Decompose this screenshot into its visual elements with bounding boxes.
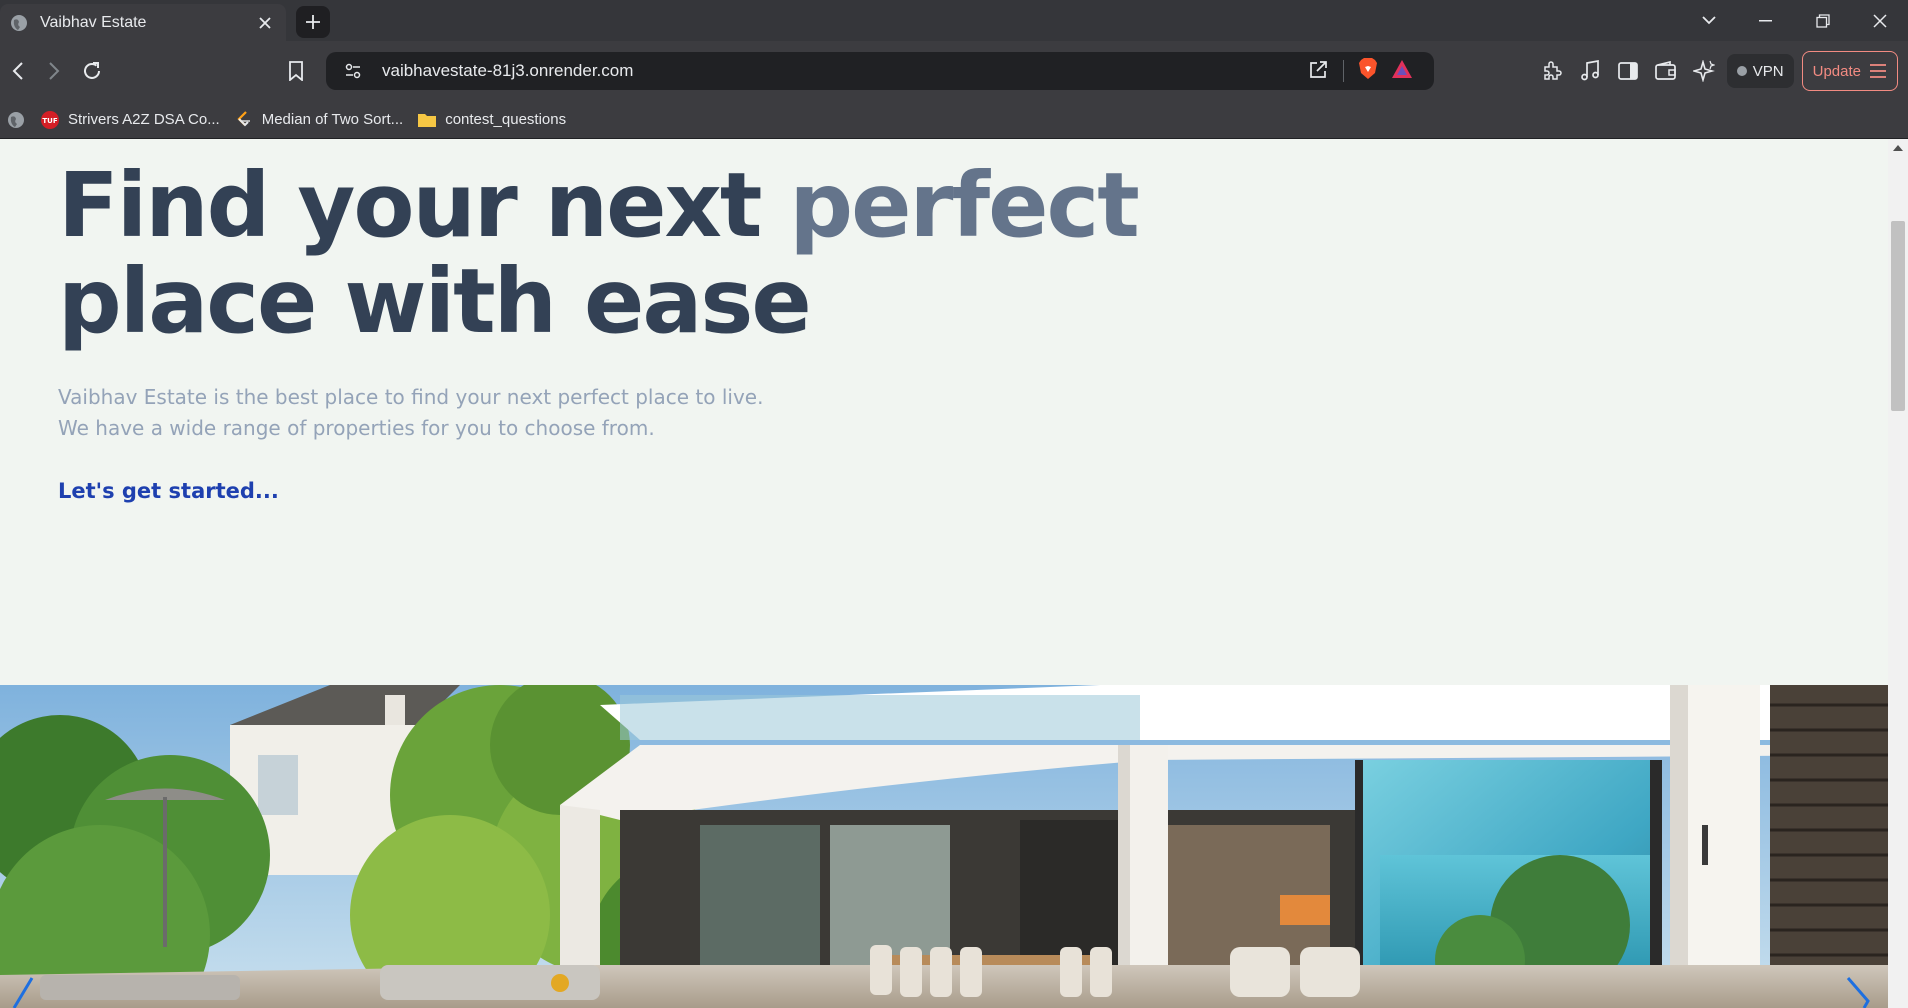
bookmark-label: contest_questions xyxy=(445,111,567,128)
url-text[interactable]: vaibhavestate-81j3.onrender.com xyxy=(382,61,1309,81)
carousel-image xyxy=(0,685,1888,1008)
hero-title: Find your next perfect place with ease xyxy=(58,157,1140,349)
bookmark-icon xyxy=(289,61,303,81)
bookmarks-bar: TUF Strivers A2Z DSA Co... Median of Two… xyxy=(0,101,1908,139)
page-viewport: Find your next perfect place with ease V… xyxy=(0,139,1908,1008)
close-window-button[interactable] xyxy=(1851,0,1908,41)
share-icon[interactable] xyxy=(1309,59,1329,84)
hero-title-part2: place with ease xyxy=(58,249,812,353)
hero-description-line2: We have a wide range of properties for y… xyxy=(58,416,655,440)
folder-icon xyxy=(417,111,437,129)
vpn-status-icon xyxy=(1736,66,1747,76)
bookmark-folder-contest[interactable]: contest_questions xyxy=(417,111,566,129)
active-tab[interactable]: Vaibhav Estate xyxy=(0,4,286,41)
wallet-icon[interactable] xyxy=(1651,56,1681,86)
leo-ai-icon[interactable] xyxy=(1689,56,1719,86)
media-control-icon[interactable] xyxy=(1575,56,1605,86)
hero-description: Vaibhav Estate is the best place to find… xyxy=(58,382,818,444)
arrow-right-icon xyxy=(49,62,60,80)
menu-icon xyxy=(1870,64,1886,78)
globe-icon[interactable] xyxy=(6,111,26,129)
page-scrollbar[interactable] xyxy=(1888,139,1908,1008)
update-label: Update xyxy=(1812,62,1861,80)
navigation-bar: vaibhavestate-81j3.onrender.com VPN Upda… xyxy=(0,41,1908,101)
minimize-button[interactable] xyxy=(1737,0,1794,41)
address-bar[interactable]: vaibhavestate-81j3.onrender.com xyxy=(326,52,1434,90)
bookmark-item-strivers[interactable]: TUF Strivers A2Z DSA Co... xyxy=(40,110,220,129)
divider xyxy=(1343,60,1344,82)
reload-button[interactable] xyxy=(76,55,108,87)
vpn-label: VPN xyxy=(1752,62,1784,80)
modern-villa-with-pool-photo xyxy=(0,685,1888,1008)
plus-icon xyxy=(306,15,320,29)
carousel-next-arrow-icon[interactable] xyxy=(1844,975,1874,1008)
tab-strip: Vaibhav Estate xyxy=(0,0,1908,41)
bookmark-button[interactable] xyxy=(280,55,312,87)
bookmark-label: Strivers A2Z DSA Co... xyxy=(68,111,220,128)
reload-icon xyxy=(84,62,100,79)
chevron-down-icon xyxy=(1701,16,1716,25)
tab-search-button[interactable] xyxy=(1680,0,1737,41)
forward-button[interactable] xyxy=(38,55,70,87)
hero-title-accent: perfect xyxy=(789,153,1139,257)
bookmark-item-median[interactable]: Median of Two Sort... xyxy=(234,110,404,129)
back-button[interactable] xyxy=(2,55,34,87)
new-tab-button[interactable] xyxy=(296,6,330,38)
leetcode-icon xyxy=(234,110,254,129)
tab-title: Vaibhav Estate xyxy=(40,13,147,31)
site-settings-icon[interactable] xyxy=(334,62,372,80)
carousel-prev-arrow-icon[interactable] xyxy=(6,975,36,1008)
globe-icon xyxy=(11,14,27,31)
restore-button[interactable] xyxy=(1794,0,1851,41)
get-started-link[interactable]: Let's get started... xyxy=(58,479,279,503)
svg-text:TUF: TUF xyxy=(42,117,57,125)
brave-shields-icon[interactable] xyxy=(1358,57,1378,85)
restore-icon xyxy=(1815,13,1830,28)
close-icon xyxy=(1872,13,1887,28)
tuf-icon: TUF xyxy=(40,110,60,129)
bookmark-label: Median of Two Sort... xyxy=(261,111,404,128)
arrow-left-icon xyxy=(12,62,23,80)
extensions-icon[interactable] xyxy=(1537,56,1567,86)
close-tab-icon[interactable] xyxy=(250,8,280,38)
minimize-icon xyxy=(1759,19,1772,21)
hero-description-line1: Vaibhav Estate is the best place to find… xyxy=(58,385,764,409)
sidebar-toggle-icon[interactable] xyxy=(1613,56,1643,86)
update-button[interactable]: Update xyxy=(1801,51,1898,91)
vpn-button[interactable]: VPN xyxy=(1726,54,1794,88)
hero-title-part1: Find your next xyxy=(58,153,790,257)
scroll-up-arrow-icon[interactable] xyxy=(1892,143,1904,153)
scroll-thumb[interactable] xyxy=(1891,221,1905,411)
brave-rewards-icon[interactable] xyxy=(1392,59,1412,83)
